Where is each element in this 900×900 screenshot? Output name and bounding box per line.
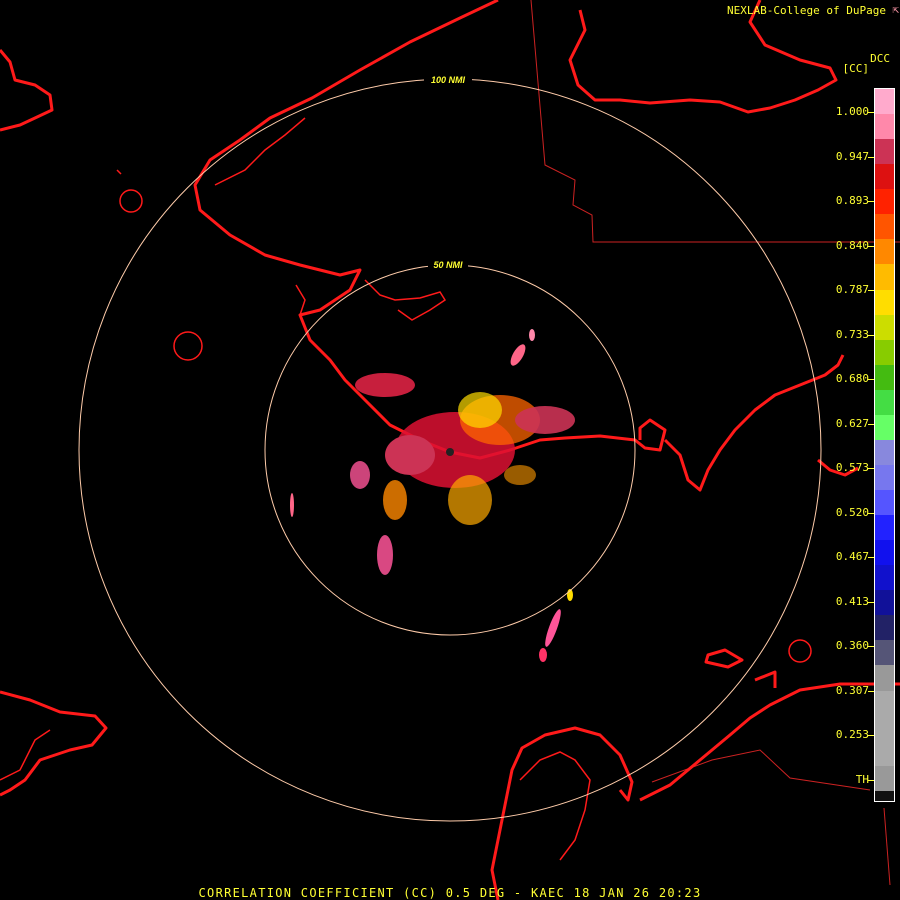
color-scale-tick-mark — [868, 201, 874, 202]
color-scale-tick-label: 0.787 — [835, 283, 869, 296]
range-ring-100-label: 100 NMI — [431, 75, 466, 85]
color-scale-swatch — [875, 89, 894, 115]
color-scale-swatch — [875, 615, 894, 641]
color-scale-tick-mark — [868, 112, 874, 113]
range-ring-50-label: 50 NMI — [433, 260, 463, 270]
color-scale-swatch — [875, 239, 894, 265]
color-scale-tick-mark — [868, 601, 874, 603]
color-scale-swatch — [875, 364, 894, 390]
color-scale-tick-label: 0.413 — [835, 594, 869, 608]
credit-text[interactable]: NEXLAB-College of DuPage — [727, 4, 886, 17]
color-scale-tick-label: 0.307 — [835, 683, 869, 697]
color-scale-swatch — [875, 339, 894, 365]
color-scale-tick-label: 0.733 — [835, 327, 869, 341]
color-scale-tick-mark — [868, 423, 874, 425]
color-scale-tick-label: 0.467 — [835, 550, 869, 563]
color-scale-tick-label: 0.360 — [835, 639, 869, 652]
product-caption: CORRELATION COEFFICIENT (CC) 0.5 DEG - K… — [198, 886, 702, 900]
radar-map: 50 NMI 100 NMI — [0, 0, 900, 900]
color-scale-swatch — [875, 314, 894, 340]
radar-display: 50 NMI 100 NMI NEXLAB-College of DuPage … — [0, 0, 900, 900]
color-scale-tick-label: 0.947 — [835, 149, 869, 163]
color-scale-tick-label: TH — [855, 772, 869, 786]
range-ring-labels: 50 NMI 100 NMI — [424, 74, 472, 270]
product-code: DCC — [870, 52, 890, 65]
color-scale-tick-mark — [868, 779, 874, 781]
external-link-icon[interactable]: ⇱ — [892, 3, 899, 16]
color-scale-swatch — [875, 665, 894, 691]
color-scale-tick-mark — [868, 156, 874, 158]
color-scale-swatch — [875, 590, 894, 616]
coastline-details — [0, 117, 812, 861]
color-scale-swatch — [875, 414, 894, 440]
radar-echoes — [290, 329, 575, 662]
color-scale-swatch — [875, 439, 894, 465]
color-scale-tick-label: 0.893 — [835, 194, 869, 207]
color-scale-tick-label: 0.627 — [835, 416, 869, 430]
color-scale-swatch — [875, 690, 894, 716]
state-boundaries — [530, 0, 900, 886]
color-scale-swatch — [875, 214, 894, 240]
color-scale-swatch — [875, 114, 894, 140]
color-scale-swatch — [875, 490, 894, 516]
color-scale-swatch — [875, 289, 894, 315]
color-scale-tick-label: 0.253 — [835, 728, 869, 741]
color-scale-swatch — [875, 389, 894, 415]
color-scale-swatch — [875, 164, 894, 190]
color-scale-tick-label: 0.520 — [835, 505, 869, 519]
color-scale-swatch — [875, 540, 894, 566]
color-scale-bar — [874, 88, 895, 802]
color-scale-swatch — [875, 565, 894, 591]
color-scale-tick-mark — [868, 690, 874, 692]
color-scale-tick-label: 0.840 — [835, 238, 869, 252]
color-scale-swatch — [875, 464, 894, 490]
color-scale-tick-mark — [868, 468, 874, 469]
unit-label: [CC] — [842, 62, 870, 75]
color-scale-swatch — [875, 790, 894, 801]
color-scale-tick-label: 1.000 — [835, 105, 869, 118]
color-scale-tick-mark — [868, 735, 874, 736]
color-scale-tick-mark — [868, 379, 874, 380]
color-scale-tick-mark — [868, 557, 874, 558]
color-scale-swatch — [875, 765, 894, 791]
color-scale-swatch — [875, 640, 894, 666]
color-scale-tick-mark — [868, 512, 874, 514]
color-scale-swatch — [875, 740, 894, 766]
color-scale-tick-mark — [868, 334, 874, 336]
color-scale-tick-label: 0.573 — [835, 461, 869, 474]
color-scale-swatch — [875, 189, 894, 215]
color-scale-swatch — [875, 515, 894, 541]
color-scale-tick-mark — [868, 646, 874, 647]
color-scale-tick-mark — [868, 290, 874, 291]
color-scale-swatch — [875, 264, 894, 290]
color-scale-swatch — [875, 715, 894, 741]
color-scale-tick-mark — [868, 245, 874, 247]
color-scale-tick-label: 0.680 — [835, 372, 869, 385]
color-scale-swatch — [875, 139, 894, 165]
